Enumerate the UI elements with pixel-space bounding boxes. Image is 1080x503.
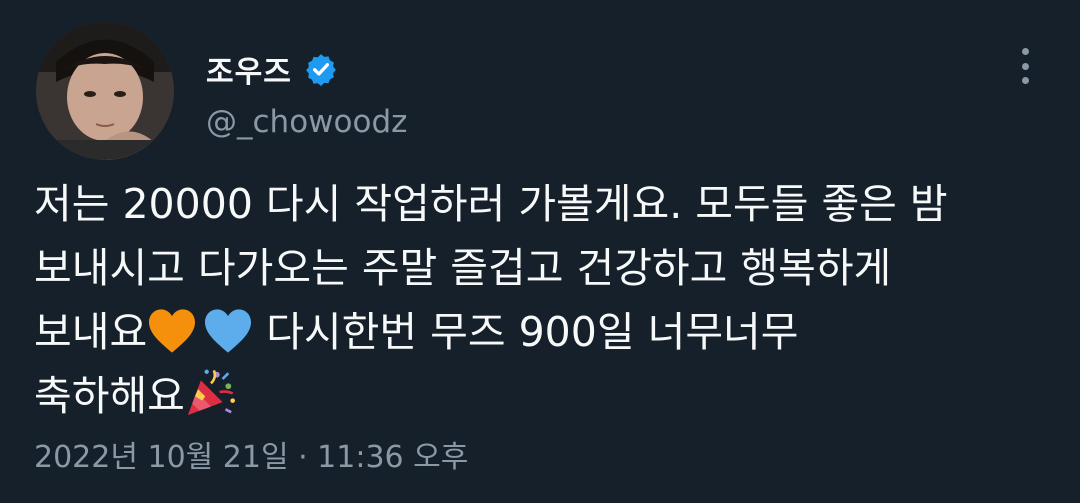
blue-heart-icon <box>205 309 252 353</box>
party-popper-icon <box>187 369 235 416</box>
tweet-text: 저는 20000 다시 작업하러 가볼게요. 모두들 좋은 밤 보내시고 다가오… <box>34 172 1044 428</box>
tweet-line: 보내시고 다가오는 주말 즐겁고 건강하고 행복하게 <box>34 244 892 292</box>
tweet-text-segment: 다시한번 무즈 900일 너무너무 <box>253 308 799 356</box>
more-options-icon[interactable] <box>1010 44 1040 88</box>
tweet-line: 저는 20000 다시 작업하러 가볼게요. 모두들 좋은 밤 <box>34 180 948 228</box>
avatar[interactable] <box>36 22 174 160</box>
dot <box>1021 77 1029 84</box>
display-name[interactable]: 조우즈 <box>206 47 292 91</box>
dot <box>1021 62 1029 70</box>
tweet-card: 조우즈 @_chowoodz 저는 20000 다시 작업하러 가볼게요. 모두… <box>0 0 1080 503</box>
tweet-line: 보내요 다시한번 무즈 900일 너무너무 <box>34 300 1044 364</box>
verified-badge-icon <box>305 54 336 86</box>
orange-heart-icon <box>149 309 196 353</box>
tweet-timestamp[interactable]: 2022년 10월 21일 · 11:36 오후 <box>34 432 468 476</box>
tweet-line: 축하해요 <box>34 364 1044 428</box>
user-handle[interactable]: @_chowoodz <box>206 104 407 140</box>
dot <box>1021 48 1029 55</box>
author-name-row: 조우즈 <box>206 48 338 90</box>
tweet-text-segment: 축하해요 <box>34 372 185 420</box>
avatar-photo <box>36 22 174 160</box>
tweet-text-segment: 보내요 <box>34 308 148 356</box>
